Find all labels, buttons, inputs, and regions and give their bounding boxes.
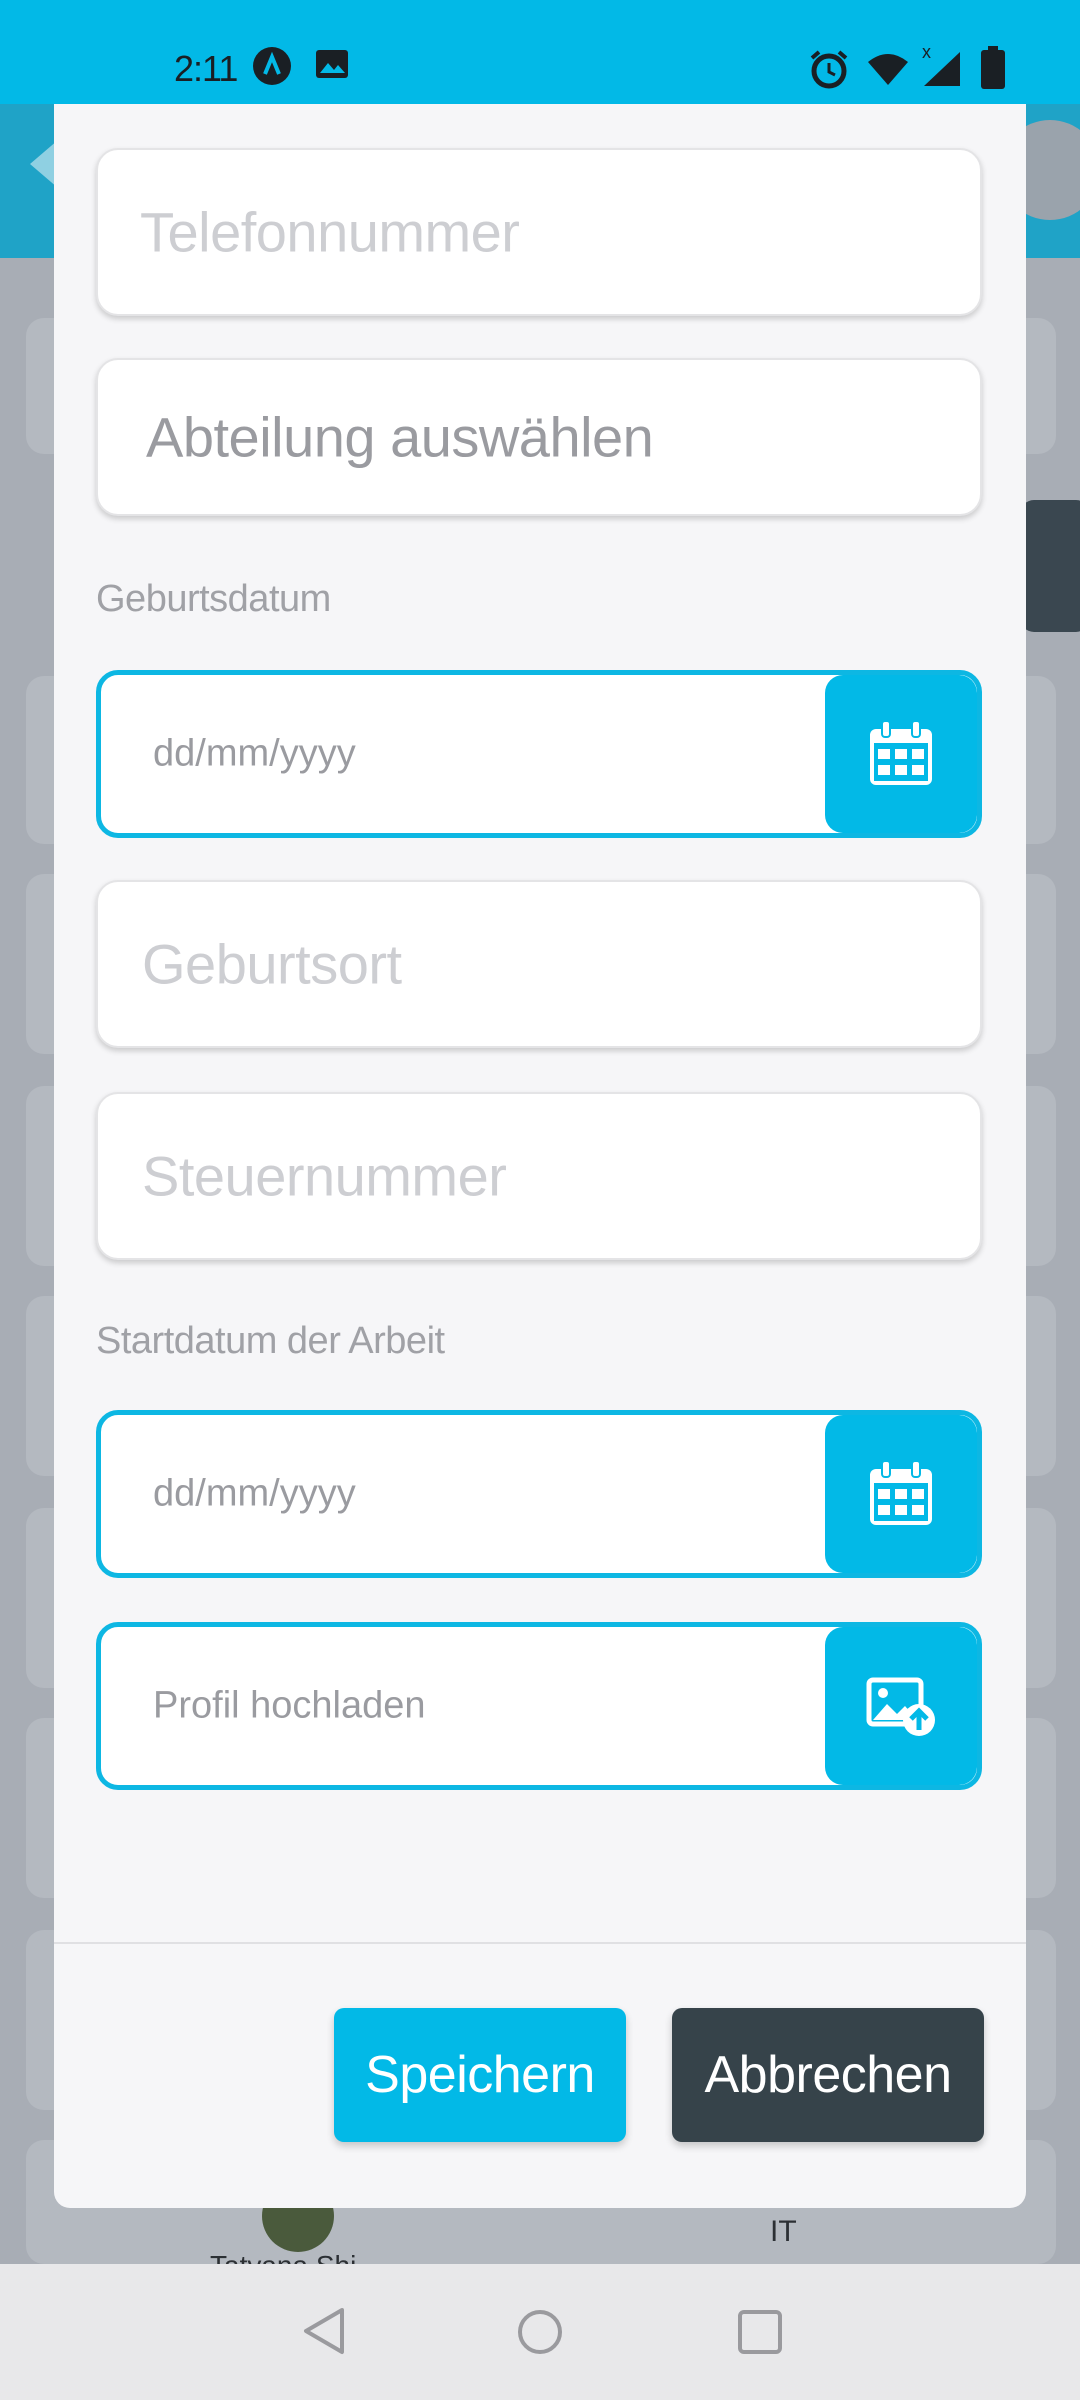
battery-icon [980, 46, 1006, 95]
signal-icon [922, 50, 962, 93]
start-date-label: Startdatum der Arbeit [96, 1320, 445, 1362]
birthdate-input[interactable]: dd/mm/yyyy [96, 670, 982, 838]
app-a-icon [252, 46, 292, 91]
birthdate-placeholder: dd/mm/yyyy [153, 732, 356, 775]
background-action-button [1020, 500, 1080, 632]
profile-upload-input[interactable]: Profil hochladen [96, 1622, 982, 1790]
phone-number-input[interactable]: Telefonnummer [96, 148, 982, 316]
save-button[interactable]: Speichern [334, 2008, 626, 2142]
calendar-icon [870, 1460, 932, 1525]
profile-upload-button[interactable] [825, 1627, 977, 1785]
birthplace-input[interactable]: Geburtsort [96, 880, 982, 1048]
birthplace-placeholder: Geburtsort [142, 932, 402, 996]
phone-number-placeholder: Telefonnummer [140, 200, 520, 264]
tax-number-input[interactable]: Steuernummer [96, 1092, 982, 1260]
image-upload-icon [866, 1677, 935, 1736]
employee-form-modal: Telefonnummer Abteilung auswählen Geburt… [54, 104, 1026, 2208]
tax-number-placeholder: Steuernummer [142, 1144, 507, 1208]
background-list-department: IT [770, 2215, 797, 2248]
profile-upload-placeholder: Profil hochladen [153, 1684, 426, 1727]
calendar-icon [870, 720, 932, 785]
birthdate-label: Geburtsdatum [96, 578, 331, 620]
nav-home-icon[interactable] [518, 2310, 562, 2354]
status-time: 2:11 [174, 48, 238, 89]
birthdate-calendar-button[interactable] [825, 675, 977, 833]
start-date-placeholder: dd/mm/yyyy [153, 1472, 356, 1515]
image-icon [314, 46, 350, 87]
alarm-icon [808, 48, 850, 95]
nav-recents-icon[interactable] [738, 2310, 782, 2354]
nav-back-icon[interactable] [302, 2306, 346, 2361]
cancel-button[interactable]: Abbrechen [672, 2008, 984, 2142]
department-placeholder: Abteilung auswählen [146, 405, 654, 469]
status-bar: 2:11 x [0, 0, 1080, 104]
department-select[interactable]: Abteilung auswählen [96, 358, 982, 516]
wifi-icon [866, 52, 910, 91]
modal-footer-divider [54, 1942, 1026, 1944]
start-date-input[interactable]: dd/mm/yyyy [96, 1410, 982, 1578]
start-date-calendar-button[interactable] [825, 1415, 977, 1573]
